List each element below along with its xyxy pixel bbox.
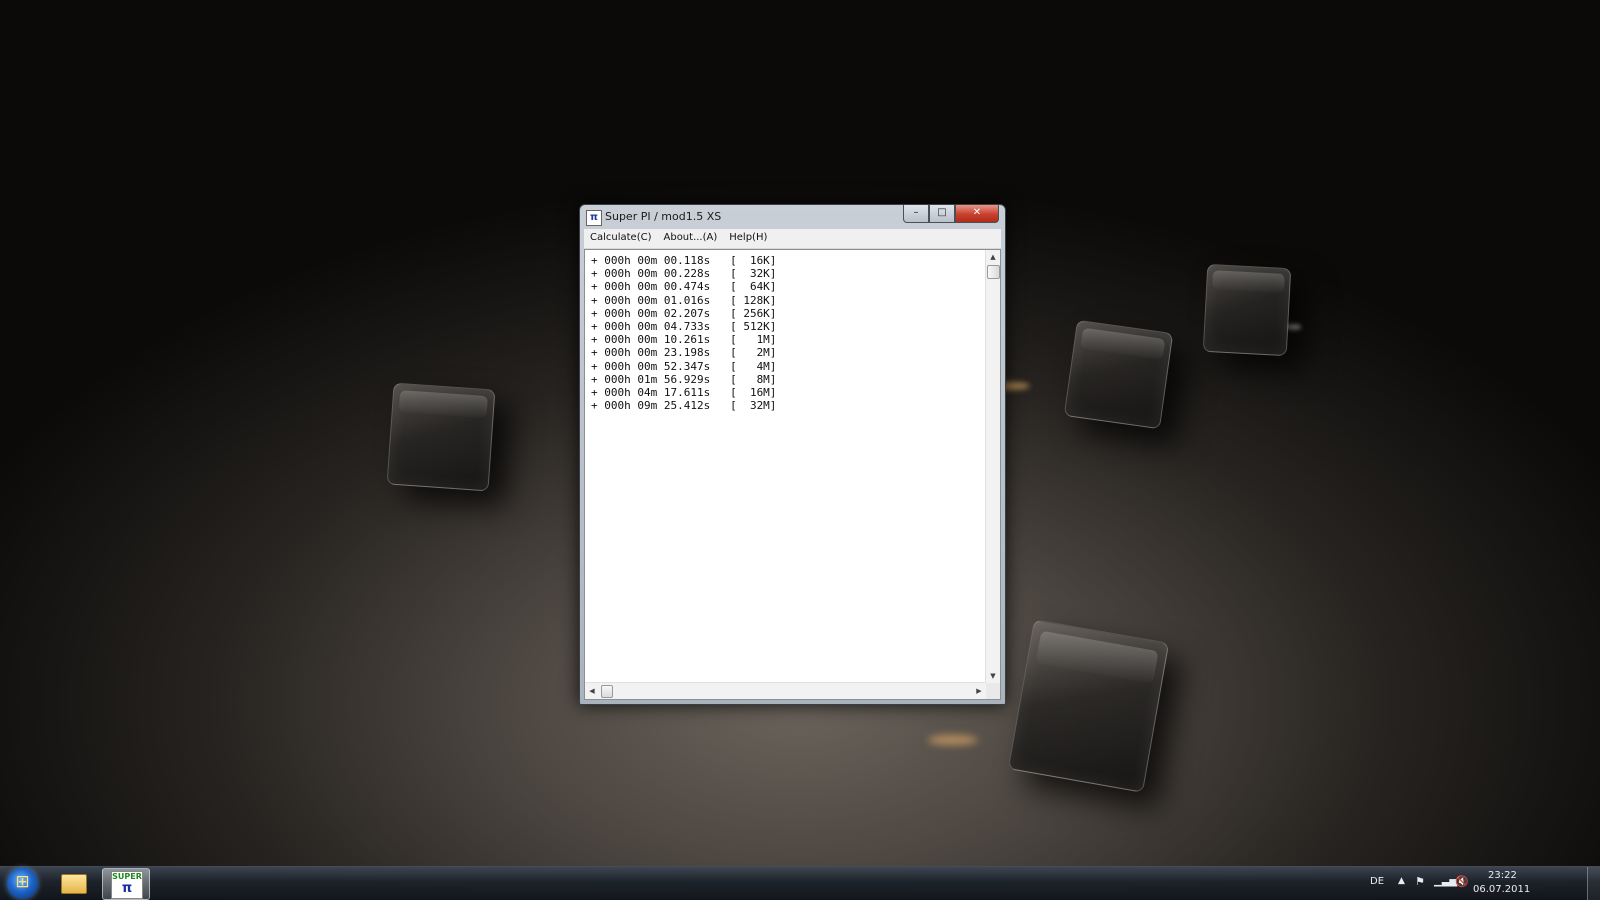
- scroll-down-icon[interactable]: ▼: [986, 669, 1000, 683]
- result-line: + 000h 00m 04.733s [ 512K]: [591, 319, 777, 333]
- result-line: + 000h 09m 25.412s [ 32M]: [591, 399, 777, 413]
- result-line: + 000h 00m 00.228s [ 32K]: [591, 267, 777, 281]
- glass-cube-decoration: [1007, 619, 1170, 793]
- pi-icon[interactable]: π: [586, 210, 602, 226]
- system-tray: DE ▲ ⚑ ▁▃▅ 🔇 23:22 06.07.2011: [1370, 867, 1600, 900]
- title-bar[interactable]: π Super PI / mod1.5 XS – □ ✕: [580, 205, 1005, 229]
- vertical-scroll-thumb[interactable]: [987, 265, 1000, 279]
- horizontal-scroll-thumb[interactable]: [601, 685, 613, 698]
- scroll-right-icon[interactable]: ▶: [972, 683, 986, 699]
- result-line: + 000h 00m 00.474s [ 64K]: [591, 280, 777, 294]
- menu-help[interactable]: Help(H): [723, 229, 773, 248]
- language-indicator[interactable]: DE: [1370, 876, 1384, 887]
- glass-cube-decoration: [1063, 319, 1174, 430]
- clock-date[interactable]: 06.07.2011: [1473, 884, 1530, 895]
- result-line: + 000h 00m 10.261s [ 1M]: [591, 333, 777, 347]
- folder-icon: [61, 874, 87, 894]
- scroll-left-icon[interactable]: ◀: [585, 683, 599, 699]
- results-area[interactable]: + 000h 00m 00.118s [ 16K] + 000h 00m 00.…: [584, 249, 1001, 700]
- action-center-flag-icon[interactable]: ⚑: [1415, 875, 1425, 888]
- show-hidden-icons-icon[interactable]: ▲: [1398, 876, 1405, 886]
- scrollbar-corner: [986, 683, 1000, 699]
- menu-calculate[interactable]: Calculate(C): [584, 229, 658, 248]
- window-title: Super PI / mod1.5 XS: [605, 210, 722, 223]
- glass-cube-decoration: [386, 382, 496, 492]
- menu-about[interactable]: About...(A): [658, 229, 724, 248]
- maximize-button[interactable]: □: [929, 205, 955, 223]
- clock-time[interactable]: 23:22: [1488, 870, 1517, 881]
- scroll-up-icon[interactable]: ▲: [986, 250, 1000, 264]
- horizontal-scrollbar[interactable]: ◀ ▶: [585, 682, 986, 699]
- glass-cube-decoration: [1202, 263, 1292, 357]
- network-icon[interactable]: ▁▃▅: [1434, 876, 1457, 887]
- menu-bar: Calculate(C) About...(A) Help(H): [584, 229, 1001, 249]
- result-line: + 000h 00m 01.016s [ 128K]: [591, 293, 777, 307]
- minimize-button[interactable]: –: [903, 205, 929, 223]
- show-desktop-button[interactable]: [1587, 867, 1600, 900]
- result-line: + 000h 00m 02.207s [ 256K]: [591, 306, 777, 320]
- superpi-app-icon: SUPER π: [111, 871, 143, 899]
- start-button[interactable]: [7, 868, 38, 899]
- result-line: + 000h 00m 00.118s [ 16K]: [591, 254, 777, 267]
- pi-symbol: π: [121, 881, 133, 896]
- result-line: + 000h 00m 23.198s [ 2M]: [591, 346, 777, 360]
- superpi-taskbar-button[interactable]: SUPER π: [102, 868, 150, 900]
- result-line: + 000h 04m 17.611s [ 16M]: [591, 385, 777, 399]
- results-list: + 000h 00m 00.118s [ 16K] + 000h 00m 00.…: [591, 254, 980, 412]
- superpi-window: π Super PI / mod1.5 XS – □ ✕ Calculate(C…: [579, 204, 1006, 705]
- explorer-taskbar-button[interactable]: [50, 868, 96, 898]
- light-reflection: [928, 735, 978, 745]
- vertical-scrollbar[interactable]: ▲ ▼: [985, 250, 1000, 683]
- window-controls: – □ ✕: [903, 205, 999, 223]
- result-line: + 000h 00m 52.347s [ 4M]: [591, 359, 777, 373]
- close-button[interactable]: ✕: [955, 205, 999, 223]
- taskbar: SUPER π DE ▲ ⚑ ▁▃▅ 🔇 23:22 06.07.2011: [0, 866, 1600, 900]
- volume-muted-icon[interactable]: 🔇: [1455, 875, 1469, 888]
- result-line: + 000h 01m 56.929s [ 8M]: [591, 372, 777, 386]
